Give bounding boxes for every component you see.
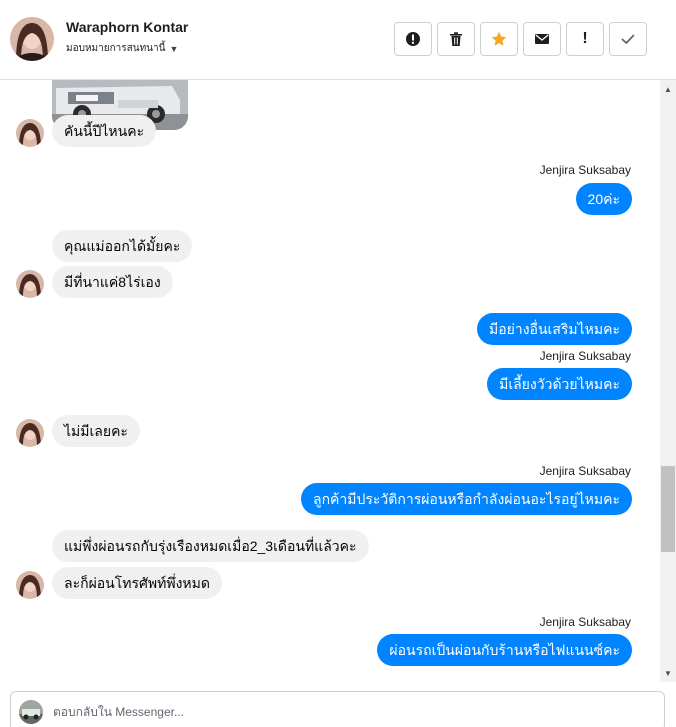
spam-button[interactable]: !	[566, 22, 604, 56]
star-button[interactable]	[480, 22, 518, 56]
incoming-message: คันนี้ปีไหนคะ	[52, 115, 157, 147]
sender-name: Jenjira Suksabay	[539, 615, 631, 629]
sender-name: Jenjira Suksabay	[539, 349, 631, 363]
outgoing-message: ลูกค้ามีประวัติการผ่อนหรือกำลังผ่อนอะไรอ…	[300, 483, 632, 515]
reply-composer	[10, 691, 665, 727]
incoming-message: ละก็ผ่อนโทรศัพท์พึ่งหมด	[52, 567, 222, 599]
action-toolbar: !	[394, 22, 647, 56]
scroll-down-arrow-icon[interactable]: ▼	[660, 666, 676, 680]
envelope-icon	[535, 34, 549, 44]
assign-conversation-dropdown[interactable]: มอบหมายการสนทนานี้ ▼	[66, 41, 178, 56]
contact-avatar-small	[16, 571, 44, 599]
check-icon	[621, 34, 635, 44]
delete-button[interactable]	[437, 22, 475, 56]
chat-scrollbar[interactable]: ▲ ▼	[660, 80, 676, 682]
scroll-up-arrow-icon[interactable]: ▲	[660, 82, 676, 96]
outgoing-message: มีเลี้ยงวัวด้วยไหมคะ	[487, 368, 632, 400]
star-icon	[491, 31, 507, 46]
outgoing-message: มีอย่างอื่นเสริมไหมคะ	[477, 313, 632, 345]
scrollbar-thumb[interactable]	[661, 466, 675, 552]
outgoing-message: ผ่อนรถเป็นผ่อนกับร้านหรือไฟแนนซ์คะ	[377, 634, 632, 666]
alert-circle-icon	[406, 32, 420, 46]
sender-name: Jenjira Suksabay	[539, 464, 631, 478]
message-thread[interactable]: คันนี้ปีไหนคะ Jenjira Suksabay 20ค่ะ คุณ…	[0, 80, 660, 682]
conversation-header: Waraphorn Kontar มอบหมายการสนทนานี้ ▼ !	[0, 0, 676, 80]
trash-icon	[450, 32, 462, 46]
contact-avatar[interactable]	[10, 17, 54, 61]
outgoing-message: 20ค่ะ	[575, 183, 632, 215]
reply-input[interactable]	[53, 700, 643, 724]
contact-name: Waraphorn Kontar	[66, 19, 189, 35]
report-button[interactable]	[394, 22, 432, 56]
mark-unread-button[interactable]	[523, 22, 561, 56]
caret-down-icon: ▼	[169, 43, 179, 54]
incoming-message: ไม่มีเลยคะ	[52, 415, 140, 447]
assign-label: มอบหมายการสนทนานี้	[66, 43, 166, 54]
contact-avatar-small	[16, 419, 44, 447]
mark-done-button[interactable]	[609, 22, 647, 56]
sender-name: Jenjira Suksabay	[539, 163, 631, 177]
incoming-message: มีที่นาแค่8ไร่เอง	[52, 266, 173, 298]
incoming-message: คุณแม่ออกได้มั้ยคะ	[52, 230, 193, 262]
contact-avatar-small	[16, 270, 44, 298]
contact-avatar-small	[16, 119, 44, 147]
exclamation-icon: !	[582, 30, 588, 47]
incoming-message: แม่พึ่งผ่อนรถกับรุ่งเรืองหมดเมื่อ2_3เดือ…	[52, 530, 369, 562]
page-avatar	[19, 700, 43, 724]
